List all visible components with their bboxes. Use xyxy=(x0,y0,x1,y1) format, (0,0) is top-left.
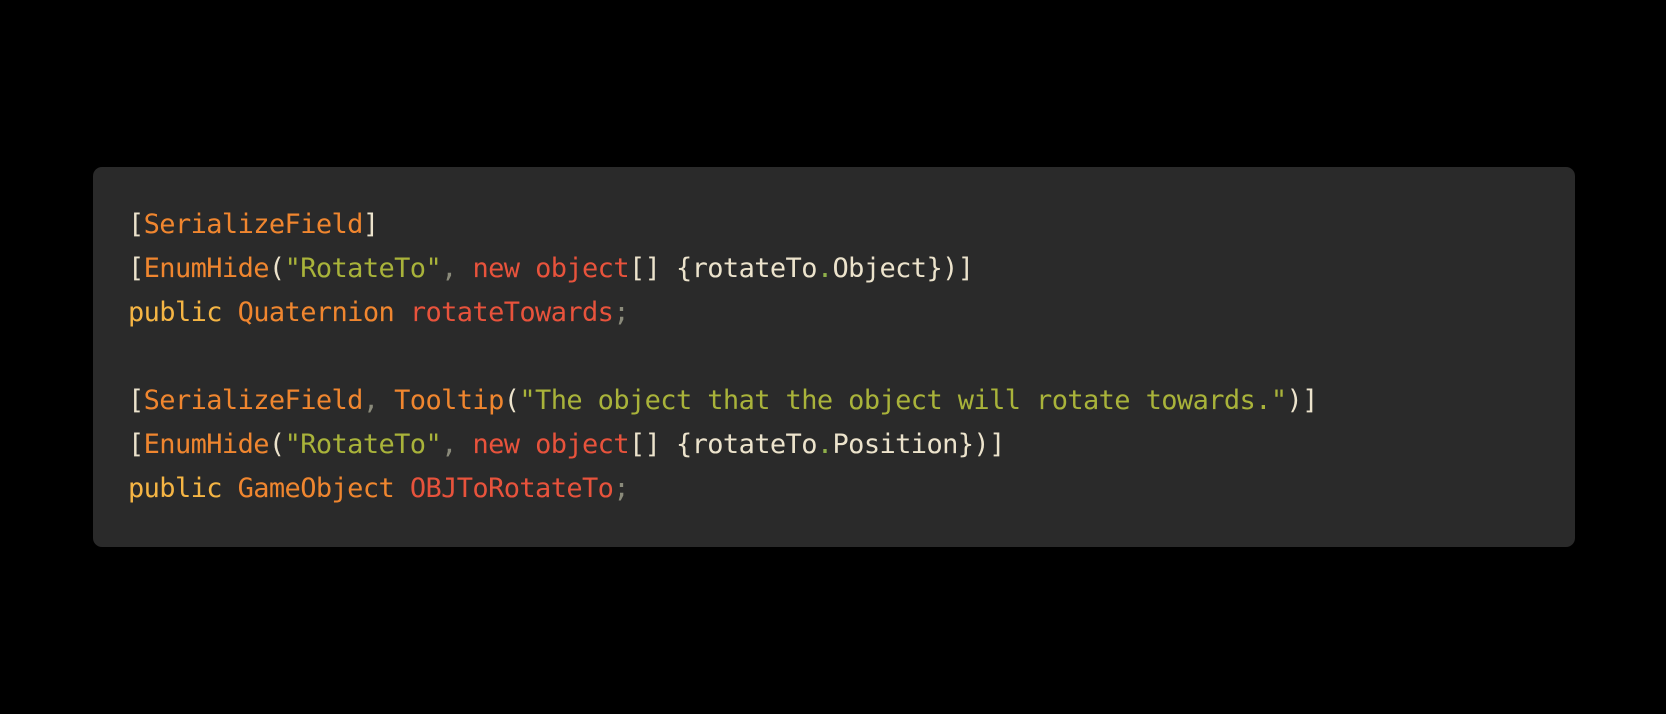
code-line: [SerializeField] xyxy=(128,203,1575,247)
code-token-punctuation: Position xyxy=(832,429,959,460)
code-token-identifier: OBJToRotateTo xyxy=(409,473,614,504)
code-token-punctuation: })] xyxy=(957,429,1006,460)
code-token-punctuation: rotateTo xyxy=(691,253,818,284)
code-token-type: Quaternion xyxy=(237,297,395,328)
code-token-attribute: SerializeField xyxy=(143,385,364,416)
code-token-member-dot: . xyxy=(816,429,833,460)
code-token-attribute: EnumHide xyxy=(143,429,270,460)
code-token-punctuation: ( xyxy=(503,385,520,416)
code-line: [EnumHide("RotateTo", new object[] {rota… xyxy=(128,423,1575,467)
code-token-punctuation: ] xyxy=(362,209,379,240)
code-token-punctuation: )] xyxy=(1286,385,1319,416)
code-token-punctuation: })] xyxy=(926,253,974,284)
code-token-punctuation: rotateTo xyxy=(691,429,818,460)
code-token-punctuation: [ xyxy=(128,209,144,240)
code-token-punctuation: [ xyxy=(128,385,144,416)
code-token-punctuation xyxy=(519,429,535,460)
code-token-punctuation: [ xyxy=(128,253,144,284)
code-token-punctuation: ( xyxy=(268,253,285,284)
code-token-punctuation xyxy=(519,253,535,284)
code-token-member-dot: . xyxy=(816,253,833,284)
code-token-punctuation: [ xyxy=(128,429,144,460)
code-token-punctuation xyxy=(222,297,238,328)
code-snippet-panel: [SerializeField] [EnumHide("RotateTo", ne… xyxy=(93,167,1575,547)
code-token-punctuation: ( xyxy=(268,429,285,460)
code-token-string: "RotateTo" xyxy=(284,253,442,284)
code-token-punctuation xyxy=(222,473,238,504)
code-token-punctuation xyxy=(394,473,410,504)
code-token-string: "The object that the object will rotate … xyxy=(519,385,1287,416)
code-token-type: GameObject xyxy=(237,473,395,504)
code-token-attribute: Tooltip xyxy=(394,385,504,416)
code-token-public-keyword: public xyxy=(128,297,223,328)
code-token-attribute: EnumHide xyxy=(143,253,270,284)
code-token-comma: ; xyxy=(613,473,629,504)
code-token-identifier: rotateTowards xyxy=(409,297,614,328)
code-text[interactable]: [SerializeField] [EnumHide("RotateTo", ne… xyxy=(128,203,1575,511)
code-token-comma: , xyxy=(441,253,473,284)
code-token-comma: ; xyxy=(613,297,629,328)
code-token-comma: , xyxy=(441,429,473,460)
code-token-punctuation: [] { xyxy=(629,429,692,460)
code-token-attribute: SerializeField xyxy=(143,209,364,240)
code-token-string: "RotateTo" xyxy=(284,429,442,460)
code-token-keyword: new xyxy=(472,253,520,284)
code-line: [SerializeField, Tooltip("The object tha… xyxy=(128,379,1575,423)
code-token-comma: , xyxy=(362,385,395,416)
code-token-punctuation xyxy=(394,297,410,328)
code-token-public-keyword: public xyxy=(128,473,223,504)
code-token-keyword: new xyxy=(472,429,520,460)
code-token-keyword: object xyxy=(535,253,630,284)
code-token-keyword: object xyxy=(535,429,630,460)
code-line: public GameObject OBJToRotateTo; xyxy=(128,467,1575,511)
code-token-punctuation: [] { xyxy=(629,253,692,284)
code-token-punctuation: Object xyxy=(832,253,928,284)
code-line: public Quaternion rotateTowards; xyxy=(128,291,1575,335)
code-line: [EnumHide("RotateTo", new object[] {rota… xyxy=(128,247,1575,291)
